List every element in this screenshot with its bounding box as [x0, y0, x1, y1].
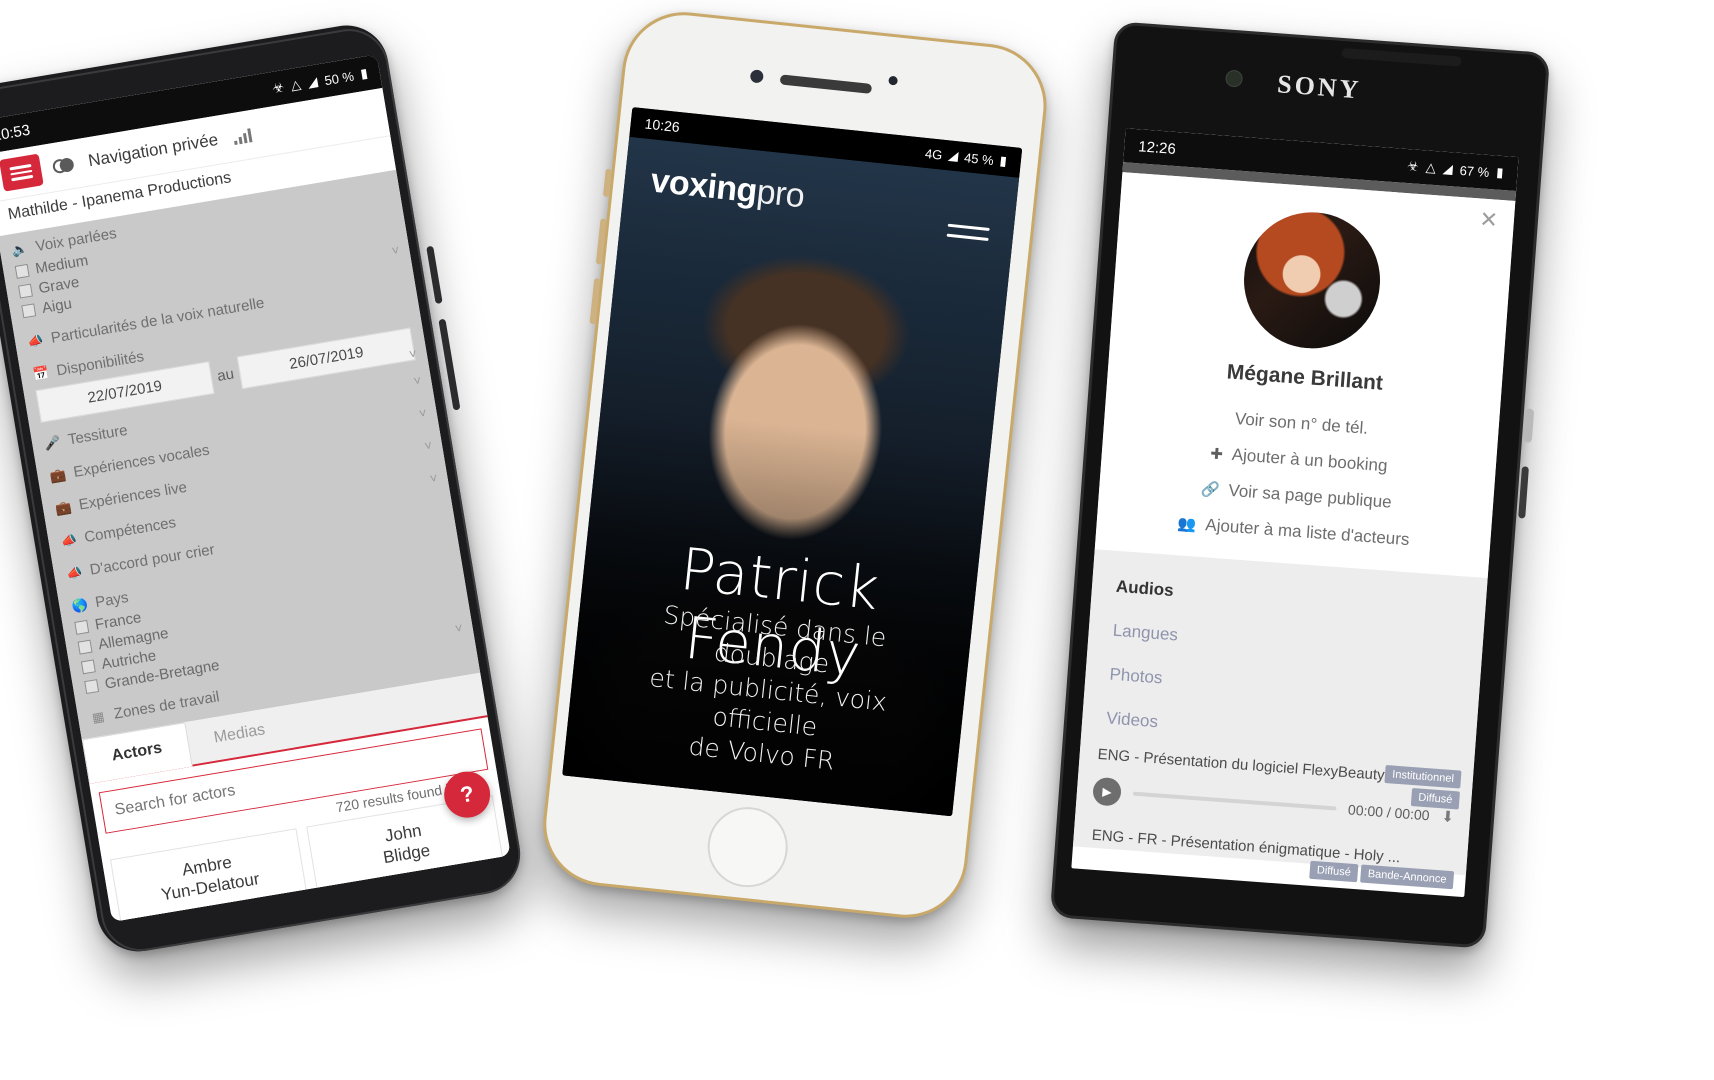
media-tabs: Audios Langues Photos Videos ENG - Prése…	[1072, 549, 1488, 890]
chevron-down-icon[interactable]: ˅	[391, 242, 401, 258]
checkbox-icon[interactable]	[17, 283, 33, 299]
filter-label: Compétences	[83, 514, 178, 547]
status-time: 12:26	[1137, 137, 1177, 158]
battery-icon: ▮	[359, 65, 369, 82]
vibrate-icon: ☣	[1406, 158, 1420, 174]
chevron-down-icon[interactable]: ˅	[408, 346, 418, 362]
globe-icon: 🌎	[70, 596, 89, 614]
actor-avatar-megane	[1239, 207, 1385, 354]
private-browsing-icon	[51, 156, 78, 175]
chevron-down-icon[interactable]: ˅	[454, 620, 464, 636]
map-icon: ▦	[90, 707, 106, 725]
filter-label: Pays	[93, 588, 130, 612]
actor-hero: voxingpro Patrick Fendy Spécialisé dans …	[562, 136, 1020, 817]
plus-icon: ✚	[1209, 445, 1224, 464]
chevron-down-icon[interactable]: ˅	[423, 438, 433, 454]
action-label: Voir son n° de tél.	[1234, 409, 1369, 438]
audio-badges: Institutionnel Diffusé	[1383, 765, 1462, 810]
speaker-icon: 🔈	[10, 240, 30, 258]
link-icon: 🔗	[1200, 480, 1221, 500]
phone3-volume-button[interactable]	[1518, 466, 1529, 519]
chevron-down-icon[interactable]: ˅	[429, 470, 439, 486]
checkbox-icon[interactable]	[14, 263, 30, 279]
checkbox-icon[interactable]	[84, 678, 100, 694]
users-icon: 👥	[1177, 515, 1197, 534]
status-icons: ☣ △ ◢ 67 % ▮	[1407, 158, 1504, 181]
status-badge: Diffusé	[1309, 860, 1359, 883]
play-icon[interactable]: ▶	[1092, 776, 1123, 807]
signal-bars-icon: ◢	[1442, 160, 1454, 177]
status-icons: 4G ◢ 45 % ▮	[924, 145, 1007, 169]
phone3-power-button[interactable]	[1522, 408, 1535, 443]
sony-brand-logo: SONY	[1276, 69, 1363, 105]
phone3-screen: 12:26 ☣ △ ◢ 67 % ▮ ✕ Mégane Brillant Voi…	[1071, 128, 1519, 898]
chevron-down-icon[interactable]: ˅	[412, 373, 422, 389]
promo-stage: 10:53 ☣ △ ◢ 50 % ▮ Navigation privée Mat…	[0, 0, 1714, 1080]
actor-actions: Voir son n° de tél. ✚ Ajouter à un booki…	[1096, 392, 1499, 564]
megaphone-icon: 📣	[26, 331, 45, 350]
iphone-center: 10:26 4G ◢ 45 % ▮ voxingpro Patrick Fend…	[514, 0, 1076, 936]
microphone-icon: 🎤	[43, 433, 62, 451]
action-label: Ajouter à ma liste d'acteurs	[1204, 515, 1411, 550]
logo-light: pro	[754, 172, 807, 216]
signal-bars-icon: ◢	[947, 147, 960, 164]
battery-icon: ▮	[1495, 164, 1504, 181]
action-label: Voir sa page publique	[1227, 480, 1393, 512]
checkbox-label: Aigu	[40, 294, 74, 317]
phone1-volume-button[interactable]	[426, 245, 443, 305]
phone2-screen: 10:26 4G ◢ 45 % ▮ voxingpro Patrick Fend…	[562, 107, 1023, 817]
network-label: 4G	[924, 145, 944, 163]
checkbox-icon[interactable]	[21, 302, 37, 318]
battery-percent: 45 %	[963, 149, 995, 168]
close-icon[interactable]: ✕	[1479, 206, 1499, 232]
status-time: 10:53	[0, 121, 32, 145]
actor-profile-card: ✕ Mégane Brillant Voir son n° de tél. ✚ …	[1094, 172, 1516, 578]
signal-bars-icon	[232, 126, 253, 145]
signal-triangle-icon: △	[289, 76, 302, 93]
battery-percent: 67 %	[1459, 162, 1490, 180]
sony-phone-right: SONY 12:26 ☣ △ ◢ 67 % ▮ ✕ Mégane Brillan…	[1027, 4, 1574, 967]
briefcase-icon: 💼	[54, 498, 73, 517]
android-phone-left: 10:53 ☣ △ ◢ 50 % ▮ Navigation privée Mat…	[0, 0, 552, 973]
private-browsing-label: Navigation privée	[86, 129, 220, 171]
status-badge: Institutionnel	[1384, 765, 1462, 789]
status-badge: Diffusé	[1410, 788, 1460, 810]
battery-percent: 50 %	[323, 68, 355, 88]
checkbox-icon[interactable]	[74, 619, 90, 635]
vibrate-icon: ☣	[271, 79, 286, 96]
signal-bars-icon: ◢	[306, 73, 319, 91]
checkbox-icon[interactable]	[80, 658, 96, 674]
megaphone-icon: 📣	[59, 531, 78, 549]
checkbox-icon[interactable]	[77, 639, 93, 655]
filter-label: Tessiture	[66, 421, 129, 449]
battery-icon: ▮	[998, 152, 1008, 169]
briefcase-icon: 💼	[48, 466, 68, 484]
hamburger-icon[interactable]	[0, 153, 44, 192]
date-separator: au	[215, 365, 236, 385]
hamburger-icon[interactable]	[946, 217, 991, 248]
filters-panel: 🔈 Voix parlées Medium Grave Aigu ˅ 📣 Par…	[0, 169, 481, 740]
calendar-icon: 📅	[31, 364, 51, 382]
megaphone-icon: 📣	[64, 563, 84, 582]
download-icon[interactable]: ⬇	[1441, 807, 1455, 826]
progress-track[interactable]	[1132, 791, 1337, 811]
action-label: Ajouter à un booking	[1231, 444, 1389, 476]
signal-triangle-icon: △	[1425, 159, 1437, 176]
status-time: 10:26	[643, 115, 681, 136]
chevron-down-icon[interactable]: ˅	[418, 405, 428, 421]
